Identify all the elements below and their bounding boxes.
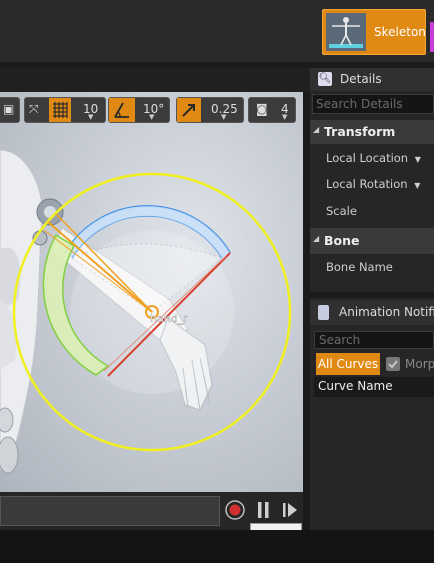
camera-speed-group[interactable]: ◙ 4 ▼: [248, 97, 296, 123]
category-bone-label: Bone: [324, 233, 360, 248]
anim-curves-title: Animation Notifie: [339, 305, 434, 319]
move-icon: ⤧: [29, 102, 39, 116]
checkmark-icon: [388, 360, 398, 369]
viewport-canvas[interactable]: hand_r: [0, 92, 303, 492]
scale-snap-group[interactable]: 0.25 ▼: [176, 97, 244, 123]
viewport-scene: hand_r: [0, 149, 292, 474]
bone-label: hand_r: [150, 312, 188, 325]
step-forward-button[interactable]: [280, 499, 300, 521]
rotation-snap-toggle[interactable]: [109, 98, 135, 122]
curve-search-input[interactable]: Search: [314, 331, 434, 349]
show-button[interactable]: ▣: [0, 97, 20, 123]
all-curves-button[interactable]: All Curves: [316, 353, 380, 375]
category-bone[interactable]: ◢ Bone: [310, 228, 434, 254]
dropdown-caret-icon[interactable]: ▼: [414, 181, 420, 190]
morph-label: Morp: [405, 357, 434, 371]
property-scale: Scale: [326, 204, 357, 218]
pause-button[interactable]: [253, 499, 273, 521]
next-mode-button-edge[interactable]: [430, 22, 434, 52]
pause-icon: [258, 502, 269, 518]
grid-snap-dropdown-icon[interactable]: ▼: [88, 113, 93, 121]
grid-snap-group[interactable]: ⤧ 10 ▼: [24, 97, 106, 123]
details-title: Details: [340, 72, 382, 86]
collapse-arrow-icon: ◢: [313, 234, 320, 243]
details-tab[interactable]: 🔍︎ Details: [310, 68, 434, 91]
property-bone-name: Bone Name: [326, 260, 393, 274]
skeleton-button-label: Skeleton: [374, 25, 426, 39]
morph-checkbox[interactable]: [386, 357, 400, 371]
skeleton-thumbnail-icon: [326, 13, 366, 51]
property-local-location[interactable]: Local Location ▼: [326, 151, 421, 165]
scale-arrow-icon: [182, 104, 195, 117]
notify-icon: [318, 305, 329, 320]
step-forward-icon: [283, 503, 297, 517]
scale-snap-toggle[interactable]: [177, 98, 201, 122]
skeleton-mode-button[interactable]: Skeleton: [322, 9, 426, 55]
details-search-input[interactable]: Search Details: [312, 94, 434, 114]
grid-icon: [53, 102, 68, 118]
cube-icon: ▣: [3, 102, 15, 116]
category-transform-label: Transform: [324, 124, 396, 139]
timeline-scrubber[interactable]: [0, 496, 220, 526]
curve-name-column-header: Curve Name: [314, 377, 434, 397]
collapse-arrow-icon: ◢: [313, 125, 320, 134]
rotation-snap-dropdown-icon[interactable]: ▼: [149, 113, 154, 121]
property-local-rotation[interactable]: Local Rotation ▼: [326, 177, 420, 191]
category-transform[interactable]: ◢ Transform: [310, 120, 434, 144]
camera-speed-dropdown-icon[interactable]: ▼: [282, 113, 287, 121]
rotation-snap-group[interactable]: 10° ▼: [108, 97, 170, 123]
anim-curves-tab[interactable]: Animation Notifie: [310, 300, 434, 325]
angle-icon: [114, 102, 129, 118]
record-button[interactable]: [224, 499, 246, 521]
property-label: Local Location: [326, 151, 409, 165]
magnifier-icon: 🔍︎: [318, 72, 332, 86]
dropdown-caret-icon[interactable]: ▼: [415, 155, 421, 164]
scale-snap-dropdown-icon[interactable]: ▼: [221, 113, 226, 121]
record-icon: [225, 500, 245, 520]
property-label: Local Rotation: [326, 177, 408, 191]
camera-icon: ◙: [256, 102, 268, 116]
bottom-strip: [0, 530, 434, 563]
viewport-header: [0, 68, 310, 92]
grid-snap-toggle[interactable]: [49, 98, 71, 122]
